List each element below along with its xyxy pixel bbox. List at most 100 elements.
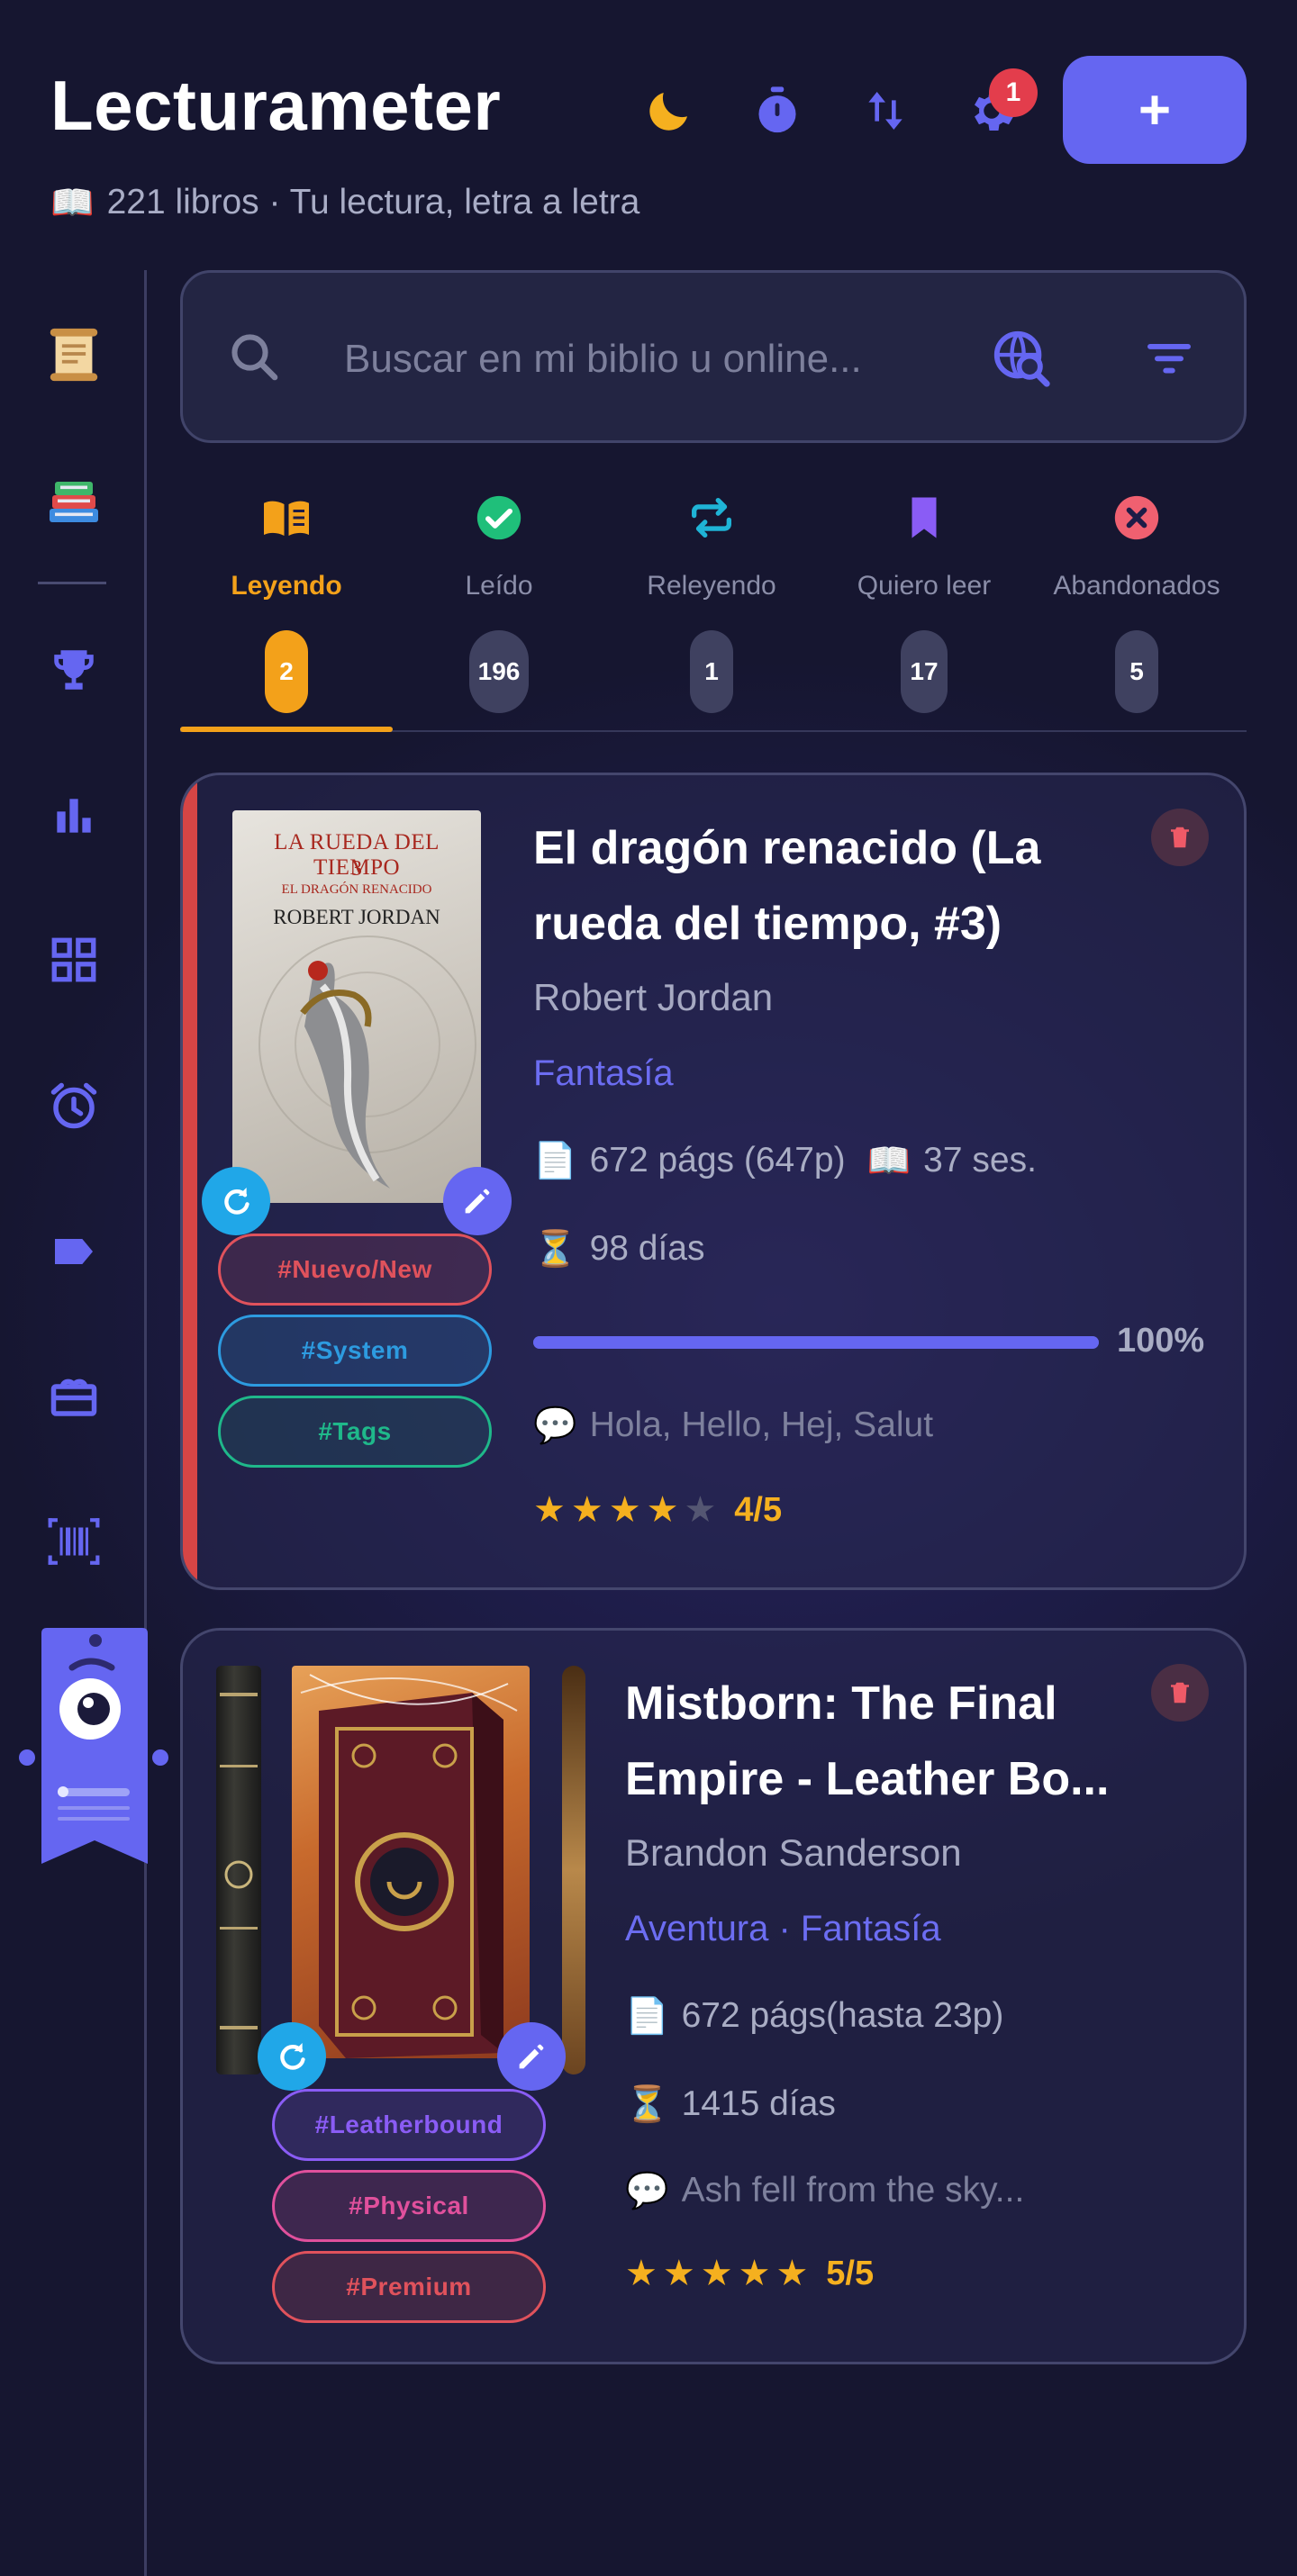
star-icon[interactable]: ★ bbox=[533, 1489, 566, 1531]
book-meta-pages: 📄 672 págs (647p) 📖 37 ses. bbox=[533, 1140, 1037, 1181]
star-icon[interactable]: ★ bbox=[684, 1489, 716, 1531]
speech-bubble-icon: 💬 bbox=[625, 2172, 669, 2210]
search-icon bbox=[225, 328, 285, 387]
repeat-icon bbox=[680, 486, 743, 549]
book-genre[interactable]: Aventura · Fantasía bbox=[625, 1909, 941, 1949]
book-title[interactable]: Mistborn: The Final Empire - Leather Bo.… bbox=[625, 1666, 1129, 1817]
check-circle-icon bbox=[467, 486, 531, 549]
star-icon[interactable]: ★ bbox=[625, 2253, 658, 2294]
online-search-icon[interactable] bbox=[989, 326, 1052, 389]
tab-label: Abandonados bbox=[1053, 571, 1220, 601]
book-cover[interactable] bbox=[292, 1666, 530, 2058]
tag-chip[interactable]: #Physical bbox=[272, 2170, 546, 2242]
book-title-line: Mistborn: The Final bbox=[625, 1677, 1057, 1730]
sidebar-separator bbox=[38, 582, 106, 584]
hourglass-icon: ⏳ bbox=[533, 1230, 577, 1269]
sidebar-grid-icon[interactable] bbox=[36, 922, 112, 998]
hourglass-icon: ⏳ bbox=[625, 2085, 669, 2124]
tab-leido[interactable]: Leído 196 bbox=[393, 486, 605, 729]
book-title-line: El dragón renacido (La bbox=[533, 822, 1041, 874]
star-icon[interactable]: ★ bbox=[663, 2253, 695, 2294]
delete-book-button[interactable] bbox=[1151, 1664, 1209, 1722]
library-subtitle: 📖 221 libros · Tu lectura, letra a letra bbox=[50, 182, 639, 223]
speech-bubble-icon: 💬 bbox=[533, 1406, 577, 1445]
add-book-button[interactable]: + bbox=[1063, 56, 1247, 164]
page-emoji-icon: 📄 bbox=[533, 1142, 577, 1180]
book-author: Brandon Sanderson bbox=[625, 1831, 962, 1874]
star-rating[interactable]: ★ ★ ★ ★ ★ 4/5 bbox=[533, 1489, 782, 1531]
tag-chip[interactable]: #Premium bbox=[272, 2251, 546, 2323]
mascot-bookmark-icon[interactable] bbox=[18, 1628, 171, 1871]
star-icon[interactable]: ★ bbox=[609, 1489, 641, 1531]
tag-chip[interactable]: #Tags bbox=[218, 1396, 492, 1468]
tab-count-badge: 5 bbox=[1115, 630, 1158, 713]
star-icon[interactable]: ★ bbox=[647, 1489, 679, 1531]
edit-book-button[interactable] bbox=[443, 1167, 512, 1235]
tab-releyendo[interactable]: Releyendo 1 bbox=[605, 486, 818, 729]
book-title-line: Empire - Leather Bo... bbox=[625, 1753, 1110, 1805]
sidebar-trophy-icon[interactable] bbox=[36, 632, 112, 708]
tab-count-badge: 17 bbox=[901, 630, 948, 713]
tab-label: Leído bbox=[465, 571, 533, 601]
search-input[interactable] bbox=[342, 324, 922, 394]
book-quote: 💬 Hola, Hello, Hej, Salut bbox=[533, 1405, 933, 1446]
tab-abandonados[interactable]: Abandonados 5 bbox=[1030, 486, 1243, 729]
tab-count-badge: 1 bbox=[690, 630, 733, 713]
quote-text: Hola, Hello, Hej, Salut bbox=[589, 1406, 934, 1444]
progress-fill bbox=[533, 1336, 1099, 1349]
cover-volume-number: 3 bbox=[351, 857, 362, 881]
sidebar-alarm-icon[interactable] bbox=[36, 1068, 112, 1143]
sidebar-books-icon[interactable] bbox=[36, 463, 112, 538]
tab-count-badge: 2 bbox=[265, 630, 308, 713]
sidebar-gift-icon[interactable] bbox=[36, 1358, 112, 1433]
moon-icon[interactable] bbox=[639, 81, 699, 140]
tag-chip[interactable]: #Nuevo/New bbox=[218, 1234, 492, 1306]
sidebar-stats-icon[interactable] bbox=[36, 778, 112, 854]
subtitle-text: 221 libros · Tu lectura, letra a letra bbox=[106, 183, 640, 221]
book-meta-pages: 📄 672 págs(hasta 23p) bbox=[625, 1995, 1003, 2037]
tag-chip[interactable]: #System bbox=[218, 1315, 492, 1387]
star-icon[interactable]: ★ bbox=[739, 2253, 771, 2294]
book-cover[interactable]: LA RUEDA DEL TIEMPO 3 EL DRAGÓN RENACIDO… bbox=[232, 810, 481, 1203]
book-title-line: rueda del tiempo, #3) bbox=[533, 898, 1002, 950]
x-circle-icon bbox=[1105, 486, 1168, 549]
sessions-count: 37 ses. bbox=[923, 1141, 1037, 1180]
tag-chip[interactable]: #Leatherbound bbox=[272, 2089, 546, 2161]
app-title: Lecturameter bbox=[50, 66, 502, 145]
notification-badge: 1 bbox=[989, 68, 1038, 117]
refresh-cover-button[interactable] bbox=[258, 2022, 326, 2091]
star-rating[interactable]: ★ ★ ★ ★ ★ 5/5 bbox=[625, 2253, 874, 2294]
star-icon[interactable]: ★ bbox=[571, 1489, 603, 1531]
book-meta-days: ⏳ 1415 días bbox=[625, 2083, 836, 2125]
star-icon[interactable]: ★ bbox=[775, 2253, 808, 2294]
sort-arrows-icon[interactable] bbox=[856, 81, 915, 140]
book-genre[interactable]: Fantasía bbox=[533, 1053, 674, 1094]
open-book-icon bbox=[255, 486, 318, 549]
book-emoji-icon: 📖 bbox=[50, 184, 95, 222]
refresh-cover-button[interactable] bbox=[202, 1167, 270, 1235]
quote-text: Ash fell from the sky... bbox=[681, 2171, 1025, 2210]
book-title[interactable]: El dragón renacido (La rueda del tiempo,… bbox=[533, 810, 1110, 962]
active-tab-indicator bbox=[180, 727, 393, 732]
pages-count: 672 págs(hasta 23p) bbox=[681, 1996, 1004, 2035]
rating-label: 4/5 bbox=[734, 1490, 783, 1529]
sidebar-scroll-icon[interactable] bbox=[36, 317, 112, 393]
tab-label: Quiero leer bbox=[857, 571, 992, 601]
star-icon[interactable]: ★ bbox=[701, 2253, 733, 2294]
book-emoji-icon: 📖 bbox=[866, 1142, 912, 1180]
rating-label: 5/5 bbox=[826, 2254, 875, 2292]
filter-icon[interactable] bbox=[1140, 330, 1198, 387]
sidebar-barcode-icon[interactable] bbox=[36, 1504, 112, 1579]
progress-percent: 100% bbox=[1117, 1322, 1205, 1360]
tab-count-badge: 196 bbox=[468, 630, 530, 713]
edit-book-button[interactable] bbox=[497, 2022, 566, 2091]
tab-label: Leyendo bbox=[231, 571, 342, 601]
delete-book-button[interactable] bbox=[1151, 809, 1209, 866]
sidebar-label-icon[interactable] bbox=[36, 1214, 112, 1289]
tab-quiero-leer[interactable]: Quiero leer 17 bbox=[818, 486, 1030, 729]
timer-icon[interactable] bbox=[748, 81, 807, 140]
book-quote: 💬 Ash fell from the sky... bbox=[625, 2170, 1024, 2211]
days-count: 1415 días bbox=[681, 2084, 836, 2123]
card-accent-bar bbox=[183, 775, 197, 1587]
tab-leyendo[interactable]: Leyendo 2 bbox=[180, 486, 393, 729]
